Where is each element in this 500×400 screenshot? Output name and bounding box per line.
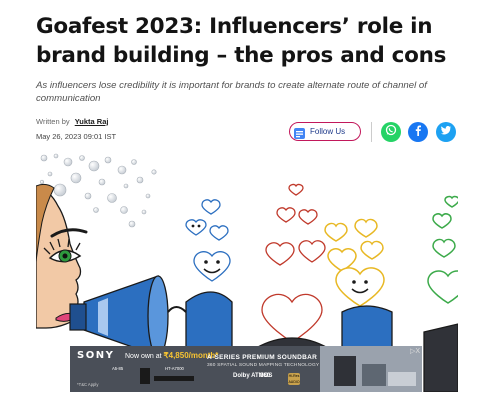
ad-product-a: A5-85	[112, 366, 124, 371]
twitter-icon	[440, 123, 452, 141]
whatsapp-share-button[interactable]	[381, 122, 401, 142]
ad-offer: Now own at ₹4,850/month*	[125, 351, 218, 360]
facebook-share-button[interactable]	[408, 122, 428, 142]
ad-brand-logo: SONY	[77, 350, 115, 361]
megaphone	[69, 275, 169, 357]
facebook-icon	[412, 123, 424, 141]
google-news-icon	[294, 126, 305, 139]
twitter-share-button[interactable]	[436, 122, 456, 142]
whatsapp-icon	[385, 123, 397, 141]
ad-terms: *T&C Apply	[77, 382, 99, 387]
article-subheadline: As influencers lose credibility it is im…	[36, 80, 427, 104]
author-link[interactable]: Yukta Raj	[75, 117, 109, 126]
ad-tagline: 360 SPATIAL SOUND MAPPING TECHNOLOGY	[207, 363, 320, 368]
ad-hires-badge: Hi-Res AUDIO	[288, 373, 300, 385]
article-headline: Goafest 2023: Influencers’ role in brand…	[36, 14, 447, 68]
sony-soundbar-ad-banner[interactable]: SONY Now own at ₹4,850/month* A-SERIES P…	[70, 346, 422, 392]
follow-us-button[interactable]: Follow Us	[289, 122, 361, 141]
publish-date: May 26, 2023 09:01 IST	[36, 132, 117, 141]
ad-360-badge: 360	[260, 373, 271, 379]
byline: Written by Yukta Raj	[36, 117, 108, 126]
ad-product-b: HT-A7000	[165, 366, 184, 371]
ad-model-line: A-SERIES PREMIUM SOUNDBAR	[207, 354, 318, 361]
ad-offer-prefix: Now own at	[125, 353, 162, 360]
byline-label: Written by	[36, 117, 70, 126]
divider	[371, 122, 372, 142]
ad-close-icon[interactable]: ▷X	[410, 347, 420, 355]
follow-us-label: Follow Us	[310, 127, 346, 136]
